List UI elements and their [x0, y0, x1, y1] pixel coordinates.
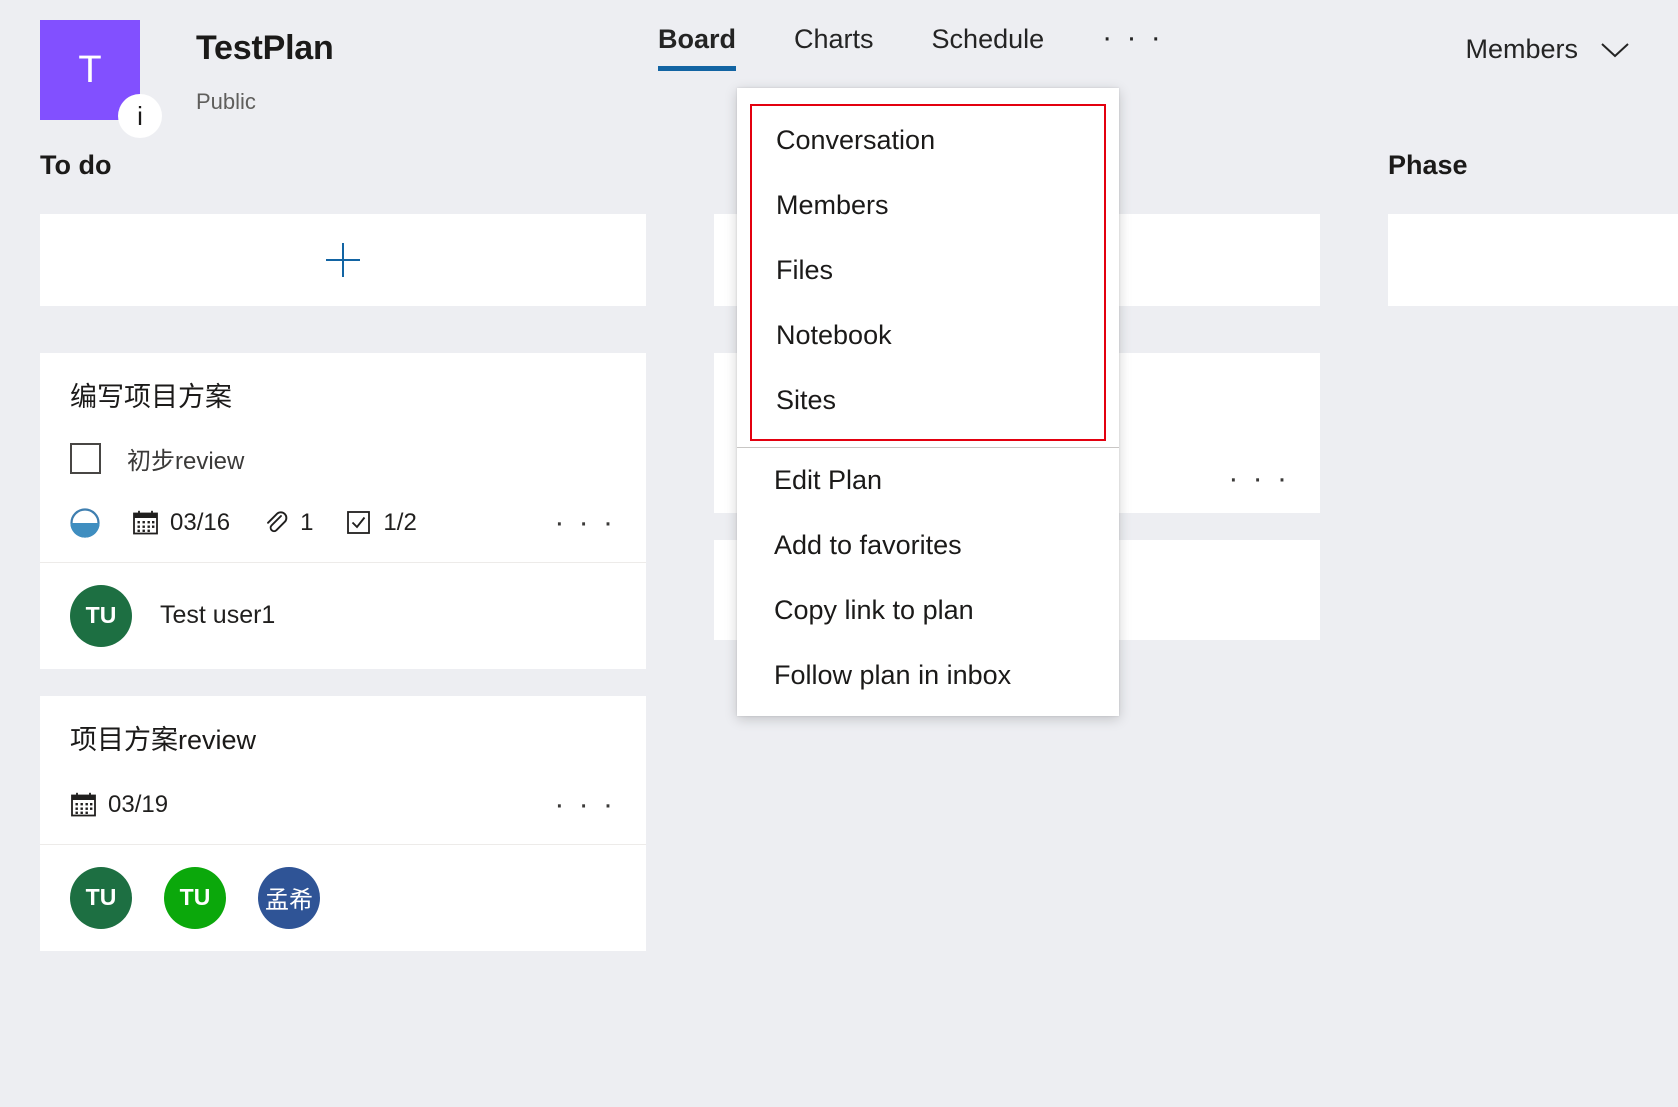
menu-item-add-to-favorites[interactable]: Add to favorites	[737, 513, 1119, 578]
task-checklist-count: 1/2	[383, 508, 417, 536]
task-due-date-group: 03/16	[132, 509, 230, 537]
avatar-stack: TU TU 孟希	[70, 866, 352, 929]
dropdown-lower-group: Edit Plan Add to favorites Copy link to …	[737, 448, 1119, 708]
menu-item-edit-plan[interactable]: Edit Plan	[737, 448, 1119, 513]
avatar-initials: TU	[179, 884, 211, 910]
assignee-name: Test user1	[160, 601, 276, 630]
plan-info-badge-icon[interactable]: i	[118, 94, 162, 138]
menu-item-sites[interactable]: Sites	[752, 368, 1104, 433]
bucket-phase: Phase	[1388, 150, 1678, 333]
menu-item-conversation[interactable]: Conversation	[752, 108, 1104, 173]
menu-item-follow-plan-in-inbox-label: Follow plan in inbox	[774, 660, 1012, 690]
checklist-item-label: 初步review	[127, 447, 245, 475]
plus-icon	[326, 243, 360, 277]
menu-item-edit-plan-label: Edit Plan	[774, 465, 883, 495]
tab-charts-label: Charts	[794, 24, 874, 54]
add-task-button[interactable]	[1388, 214, 1678, 306]
avatar[interactable]: TU	[164, 866, 226, 929]
avatar[interactable]: 孟希	[258, 866, 320, 929]
task-assignee-row: TU Test user1	[40, 561, 646, 669]
task-assignee-row: TU TU 孟希	[40, 843, 646, 951]
task-more-options-icon[interactable]: · · ·	[554, 790, 616, 820]
task-card-body: 编写项目方案 初步review 03/16 1 1/2 · · ·	[40, 353, 646, 562]
menu-item-add-to-favorites-label: Add to favorites	[774, 530, 962, 560]
menu-item-files-label: Files	[776, 255, 834, 285]
plan-visibility-label: Public	[196, 89, 256, 115]
menu-item-sites-label: Sites	[776, 385, 837, 415]
menu-item-conversation-label: Conversation	[776, 125, 936, 155]
bucket-title: Phase	[1388, 150, 1468, 180]
app-header: T i TestPlan Public Board Charts Schedul…	[0, 0, 1678, 138]
progress-in-progress-icon	[70, 508, 100, 538]
avatar[interactable]: TU	[70, 584, 132, 647]
checklist-checkbox-icon	[345, 509, 372, 536]
task-meta-row: 03/16 1 1/2 · · ·	[70, 506, 616, 540]
members-dropdown-label: Members	[1465, 34, 1578, 64]
avatar-initials: TU	[85, 884, 117, 910]
members-dropdown-button[interactable]: Members	[1465, 34, 1630, 65]
plan-identity: T i TestPlan Public	[40, 20, 334, 138]
menu-item-members[interactable]: Members	[752, 173, 1104, 238]
task-checklist-group: 1/2	[345, 508, 417, 537]
add-task-button[interactable]	[40, 214, 646, 306]
tab-board[interactable]: Board	[658, 24, 737, 71]
dropdown-highlighted-group: Conversation Members Files Notebook Site…	[750, 104, 1106, 441]
menu-item-notebook-label: Notebook	[776, 320, 892, 350]
menu-item-copy-link-to-plan-label: Copy link to plan	[774, 595, 974, 625]
task-title: 项目方案review	[70, 724, 257, 755]
task-due-date: 03/16	[170, 508, 231, 536]
menu-item-files[interactable]: Files	[752, 238, 1104, 303]
task-attachment-group: 1	[262, 509, 313, 537]
task-card[interactable]: 编写项目方案 初步review 03/16 1 1/2 · · · TU Tes…	[40, 353, 646, 669]
task-attachment-count: 1	[300, 508, 314, 536]
avatar-initials: TU	[85, 602, 117, 629]
calendar-icon	[132, 509, 159, 536]
bucket-title: To do	[40, 150, 112, 180]
planner-app: T i TestPlan Public Board Charts Schedul…	[0, 0, 1678, 1107]
bucket-to-do: To do 编写项目方案 初步review 03/16 1 1/2 · · · …	[40, 150, 646, 978]
chevron-down-icon	[1600, 41, 1630, 59]
more-options-icon[interactable]: · · ·	[1102, 21, 1164, 67]
page-title: TestPlan	[196, 29, 334, 67]
task-card-body: 项目方案review 03/19 · · ·	[40, 696, 646, 844]
task-more-options-icon[interactable]: · · ·	[1228, 464, 1290, 494]
menu-item-notebook[interactable]: Notebook	[752, 303, 1104, 368]
task-card[interactable]: 项目方案review 03/19 · · · TU TU 孟希	[40, 695, 646, 951]
task-checklist-preview: 初步review	[70, 441, 616, 476]
avatar-initials: 孟希	[265, 887, 313, 914]
checkbox-unchecked-icon[interactable]	[70, 442, 101, 474]
plan-icon-wrapper: T i	[40, 20, 162, 138]
more-options-label: · · ·	[1102, 21, 1164, 54]
task-more-options-icon[interactable]: · · ·	[554, 508, 616, 538]
tab-schedule[interactable]: Schedule	[932, 24, 1045, 71]
task-due-date-group: 03/19	[70, 791, 168, 819]
menu-item-follow-plan-in-inbox[interactable]: Follow plan in inbox	[737, 643, 1119, 708]
plan-options-dropdown: Conversation Members Files Notebook Site…	[737, 88, 1119, 716]
tab-schedule-label: Schedule	[931, 24, 1045, 54]
menu-item-copy-link-to-plan[interactable]: Copy link to plan	[737, 578, 1119, 643]
tab-board-label: Board	[658, 24, 737, 54]
tab-charts[interactable]: Charts	[794, 24, 874, 71]
avatar[interactable]: TU	[70, 866, 132, 929]
task-meta-row: 03/19 · · ·	[70, 788, 616, 822]
plan-avatar-letter: T	[78, 49, 102, 91]
paperclip-icon	[262, 509, 289, 536]
plan-info-badge-label: i	[137, 101, 143, 131]
tab-bar: Board Charts Schedule · · ·	[658, 21, 1164, 71]
calendar-icon	[70, 791, 97, 818]
plan-text-block: TestPlan Public	[196, 20, 334, 115]
task-due-date: 03/19	[108, 790, 169, 818]
task-title: 编写项目方案	[70, 382, 232, 412]
menu-item-members-label: Members	[776, 190, 889, 220]
